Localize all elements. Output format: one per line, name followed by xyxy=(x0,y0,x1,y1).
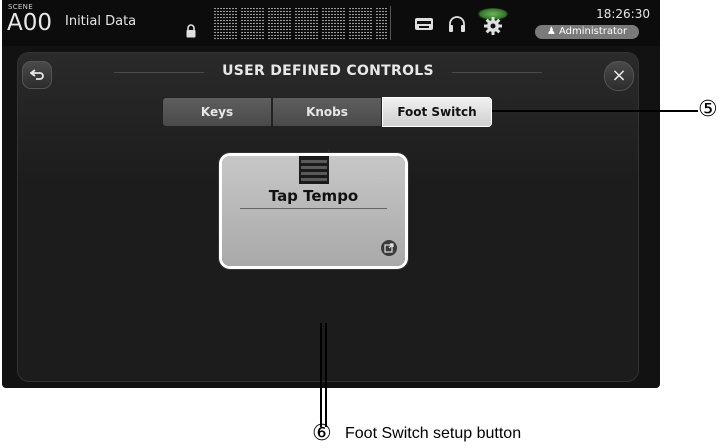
level-meter xyxy=(247,8,249,40)
level-meter xyxy=(241,8,243,40)
level-meter xyxy=(214,8,216,40)
scene-number[interactable]: A00 xyxy=(7,10,52,36)
level-meter xyxy=(307,8,309,40)
level-meter xyxy=(217,8,219,40)
tab-foot-switch[interactable]: Foot Switch xyxy=(382,97,492,127)
headphones-icon[interactable] xyxy=(448,14,466,34)
foot-switch-pedal-base xyxy=(299,156,329,184)
clock: 18:26:30 xyxy=(596,7,650,21)
foot-switch-function-label: Tap Tempo xyxy=(268,187,359,205)
meter-bridge[interactable] xyxy=(214,8,387,40)
callout-5-leader xyxy=(492,110,698,112)
pedal-rib xyxy=(301,166,327,169)
level-meter xyxy=(322,8,324,40)
close-button[interactable]: × xyxy=(604,61,634,91)
level-meter xyxy=(316,8,318,40)
page-title: USER DEFINED CONTROLS xyxy=(222,63,434,79)
user-defined-controls-panel: USER DEFINED CONTROLS × Keys Knobs Foot … xyxy=(17,52,639,382)
callout-6-number: ⑥ xyxy=(312,421,332,446)
level-meter xyxy=(376,8,378,40)
level-meter xyxy=(262,8,264,40)
external-arrow-icon xyxy=(384,243,394,253)
setup-button[interactable] xyxy=(478,8,508,44)
tab-keys[interactable]: Keys xyxy=(162,97,272,127)
callout-5-number: ⑤ xyxy=(698,97,718,122)
level-meter xyxy=(271,8,273,40)
recorder-icon[interactable] xyxy=(414,14,434,34)
pedal-rib xyxy=(301,178,327,181)
level-meter xyxy=(361,8,363,40)
level-meter xyxy=(310,8,312,40)
level-meter xyxy=(235,8,237,40)
level-meter xyxy=(337,8,339,40)
status-bar: SCENE A00 Initial Data 18:26:30 ♟ Admini… xyxy=(2,0,660,46)
level-meter xyxy=(226,8,228,40)
level-meter xyxy=(250,8,252,40)
level-meter xyxy=(382,8,384,40)
level-meter xyxy=(220,8,222,40)
level-meter xyxy=(358,8,360,40)
level-meter xyxy=(340,8,342,40)
foot-switch-setup-button[interactable]: Tap Tempo xyxy=(222,156,405,266)
level-meter xyxy=(253,8,255,40)
level-meter xyxy=(325,8,327,40)
level-meter xyxy=(286,8,288,40)
level-meter xyxy=(289,8,291,40)
level-meter xyxy=(295,8,297,40)
divider xyxy=(390,6,391,40)
console-screen: SCENE A00 Initial Data 18:26:30 ♟ Admini… xyxy=(2,0,660,388)
level-meter xyxy=(343,8,345,40)
scene-title[interactable]: Initial Data xyxy=(65,14,136,29)
level-meter xyxy=(352,8,354,40)
level-meter xyxy=(331,8,333,40)
gear-icon xyxy=(484,17,502,35)
level-meter xyxy=(367,8,369,40)
level-meter xyxy=(304,8,306,40)
user-name: Administrator xyxy=(558,26,628,37)
level-meter xyxy=(280,8,282,40)
level-meter xyxy=(385,8,387,40)
popup-edit-icon[interactable] xyxy=(381,240,397,256)
level-meter xyxy=(313,8,315,40)
level-meter xyxy=(256,8,258,40)
pedal-rib xyxy=(301,172,327,175)
level-meter xyxy=(334,8,336,40)
level-meter xyxy=(355,8,357,40)
level-meter xyxy=(328,8,330,40)
level-meter xyxy=(259,8,261,40)
level-meter xyxy=(229,8,231,40)
tab-knobs[interactable]: Knobs xyxy=(272,97,382,127)
level-meter xyxy=(223,8,225,40)
callout-6-caption: Foot Switch setup button xyxy=(345,425,522,442)
level-meter xyxy=(232,8,234,40)
level-meter xyxy=(244,8,246,40)
level-meter xyxy=(268,8,270,40)
lock-icon[interactable] xyxy=(186,24,196,38)
level-meter xyxy=(370,8,372,40)
level-meter xyxy=(379,8,381,40)
tab-bar: Keys Knobs Foot Switch xyxy=(162,97,493,127)
label-underline xyxy=(240,208,387,209)
user-badge[interactable]: ♟ Administrator xyxy=(535,25,639,39)
level-meter xyxy=(277,8,279,40)
level-meter xyxy=(298,8,300,40)
level-meter xyxy=(274,8,276,40)
user-icon: ♟ xyxy=(546,26,559,37)
level-meter xyxy=(349,8,351,40)
level-meter xyxy=(301,8,303,40)
callout-6-leader xyxy=(320,323,322,427)
pedal-rib xyxy=(301,160,327,163)
level-meter xyxy=(283,8,285,40)
callout-6-leader xyxy=(325,323,327,427)
level-meter xyxy=(364,8,366,40)
